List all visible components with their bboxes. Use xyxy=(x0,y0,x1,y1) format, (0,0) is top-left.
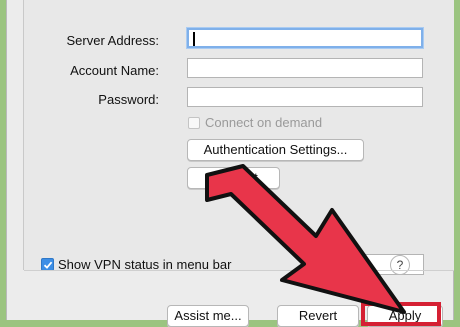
pointer-arrow-icon xyxy=(205,164,406,314)
